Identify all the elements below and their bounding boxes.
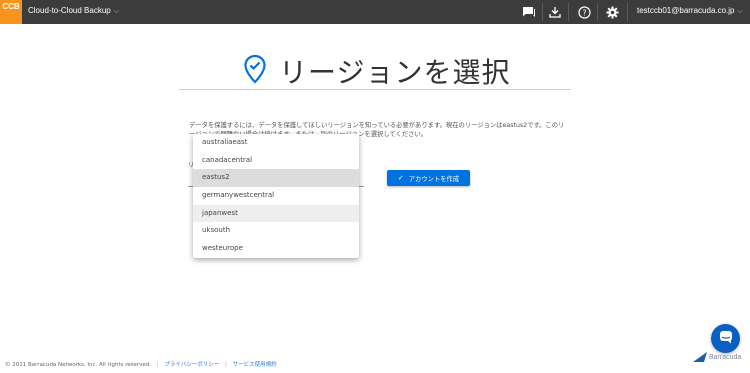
divider	[597, 3, 598, 21]
gear-icon[interactable]	[603, 3, 621, 21]
chevron-down-icon: ⌵	[113, 8, 120, 15]
heading-divider	[179, 89, 571, 90]
chat-bubble-icon	[719, 329, 733, 348]
app-switcher[interactable]: Cloud-to-Cloud Backup ⌵	[28, 6, 119, 16]
svg-text:?: ?	[582, 8, 586, 17]
region-option-hovered[interactable]: japanwest	[193, 204, 359, 223]
region-option[interactable]: westeurope	[193, 240, 359, 258]
create-account-button[interactable]: ✓ アカウントを作成	[387, 170, 470, 186]
location-pin-icon	[243, 54, 267, 88]
page-title: リージョンを選択	[279, 56, 511, 89]
support-chat-button[interactable]	[711, 324, 740, 353]
divider	[542, 3, 543, 21]
page-heading: リージョンを選択	[243, 51, 510, 91]
footer: © 2021 Barracuda Networks, Inc. All righ…	[5, 360, 277, 368]
divider	[568, 3, 569, 21]
create-account-label: アカウントを作成	[408, 175, 460, 183]
user-menu[interactable]: testccb01@barracuda.co.jp ⌵	[637, 6, 743, 16]
region-option[interactable]: canadacentral	[193, 152, 359, 170]
top-bar: CCB Cloud-to-Cloud Backup ⌵ ? testccb01@b…	[0, 0, 750, 24]
chevron-down-icon: ⌵	[737, 8, 743, 15]
chat-icon[interactable]	[520, 3, 538, 21]
footer-divider: |	[156, 362, 159, 368]
download-icon[interactable]	[546, 3, 564, 21]
help-icon[interactable]: ?	[575, 3, 593, 21]
footer-divider: |	[225, 362, 227, 368]
region-option[interactable]: australiaeast	[193, 134, 359, 152]
region-option[interactable]: uksouth	[193, 222, 359, 240]
user-email: testccb01@barracuda.co.jp	[637, 6, 735, 15]
brand-name: Barracuda	[709, 353, 742, 361]
barracuda-logo: Barracuda	[693, 352, 741, 362]
region-option[interactable]: germanywestcentral	[193, 187, 359, 205]
region-option-selected[interactable]: eastus2	[193, 169, 359, 188]
terms-of-service-link[interactable]: サービス使用規約	[233, 362, 277, 368]
privacy-policy-link[interactable]: プライバシーポリシー	[164, 362, 219, 368]
check-icon: ✓	[397, 174, 404, 182]
divider	[627, 3, 628, 21]
app-title: Cloud-to-Cloud Backup	[28, 6, 111, 15]
copyright-text: © 2021 Barracuda Networks, Inc. All righ…	[5, 362, 152, 368]
region-dropdown: australiaeast canadacentral eastus2 germ…	[193, 134, 359, 258]
barracuda-fish-icon	[693, 352, 707, 362]
app-logo[interactable]: CCB	[0, 0, 22, 24]
